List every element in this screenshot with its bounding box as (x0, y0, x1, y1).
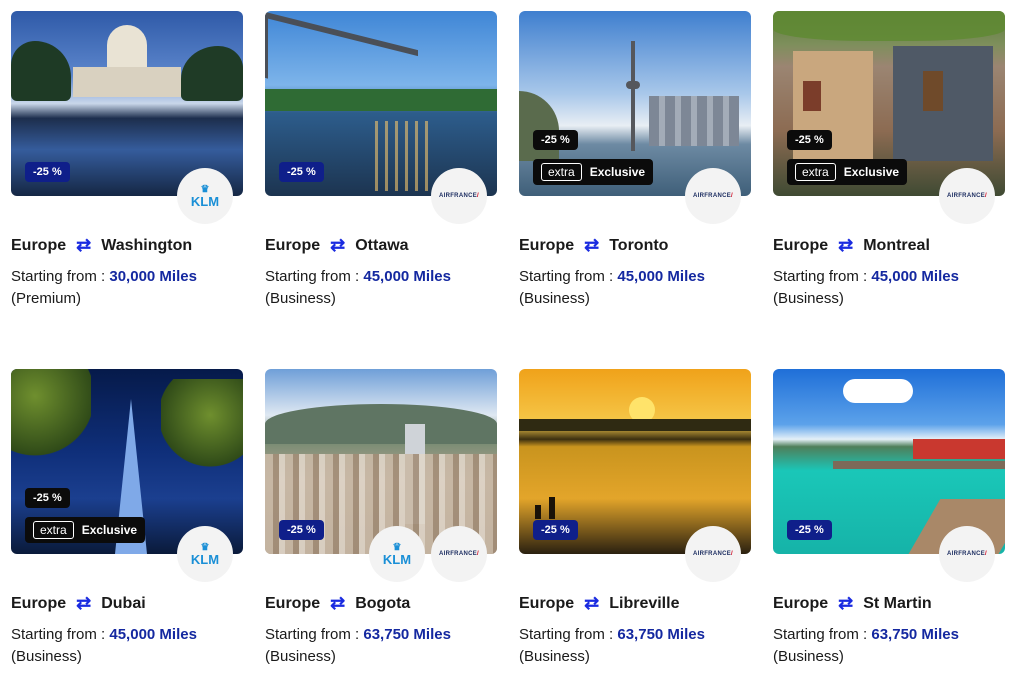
route-origin: Europe (519, 236, 575, 254)
klm-logo-icon: ♛ KLM (177, 168, 233, 224)
airfrance-logo-icon: AIRFRANCE / (939, 526, 995, 582)
exclusive-tag: extra Exclusive (533, 159, 654, 185)
route: Europe ⇄ St Martin (773, 593, 1005, 614)
discount-badge: -25 % (787, 130, 832, 150)
route-destination: St Martin (863, 594, 932, 612)
price-line: Starting from : 30,000 Miles (11, 268, 197, 285)
price-line: Starting from : 45,000 Miles (773, 268, 959, 285)
offer-image[interactable]: -25 % extra Exclusive AIRFRANCE / (519, 11, 751, 224)
klm-logo-icon: ♛ KLM (369, 526, 425, 582)
cabin-class: (Business) (265, 290, 336, 307)
offer-card-ottawa[interactable]: -25 % AIRFRANCE / Europe ⇄ Ottawa Startin… (265, 11, 497, 307)
swap-arrows-icon: ⇄ (584, 235, 600, 255)
klm-logo-icon: ♛ KLM (177, 526, 233, 582)
offer-card-libreville[interactable]: -25 % AIRFRANCE / Europe ⇄ Libreville Sta… (519, 369, 751, 665)
offer-card-dubai[interactable]: -25 % extra Exclusive ♛ KLM Europe ⇄ Dubai… (11, 369, 243, 665)
offer-image[interactable]: -25 % AIRFRANCE / (773, 369, 1005, 582)
route-origin: Europe (265, 594, 321, 612)
miles-amount: 45,000 Miles (617, 268, 705, 285)
offer-image[interactable]: -25 % extra Exclusive ♛ KLM (11, 369, 243, 582)
airfrance-logo-icon: AIRFRANCE / (431, 168, 487, 224)
offer-image[interactable]: -25 % AIRFRANCE / (519, 369, 751, 582)
swap-arrows-icon: ⇄ (76, 235, 92, 255)
airfrance-logo-icon: AIRFRANCE / (685, 168, 741, 224)
route-destination: Dubai (101, 594, 146, 612)
airfrance-logo-icon: AIRFRANCE / (685, 526, 741, 582)
swap-arrows-icon: ⇄ (330, 593, 346, 613)
price-line: Starting from : 45,000 Miles (11, 626, 197, 643)
route-origin: Europe (519, 594, 575, 612)
price-line: Starting from : 63,750 Miles (265, 626, 451, 643)
swap-arrows-icon: ⇄ (330, 235, 346, 255)
route: Europe ⇄ Ottawa (265, 235, 497, 256)
route: Europe ⇄ Dubai (11, 593, 243, 614)
offer-image[interactable]: -25 % ♛ KLM (11, 11, 243, 224)
route-destination: Bogota (355, 594, 411, 612)
miles-amount: 45,000 Miles (363, 268, 451, 285)
cabin-class: (Business) (773, 648, 844, 665)
miles-amount: 45,000 Miles (871, 268, 959, 285)
offer-card-bogota[interactable]: -25 % ♛ KLM AIRFRANCE / Europe ⇄ Bogota St… (265, 369, 497, 665)
route-destination: Toronto (609, 236, 669, 254)
route: Europe ⇄ Toronto (519, 235, 751, 256)
route-origin: Europe (11, 236, 67, 254)
route-destination: Montreal (863, 236, 930, 254)
miles-amount: 30,000 Miles (109, 268, 197, 285)
discount-badge: -25 % (279, 520, 324, 540)
discount-badge: -25 % (279, 162, 324, 182)
swap-arrows-icon: ⇄ (584, 593, 600, 613)
route: Europe ⇄ Bogota (265, 593, 497, 614)
discount-badge: -25 % (25, 488, 70, 508)
discount-badge: -25 % (787, 520, 832, 540)
airfrance-logo-icon: AIRFRANCE / (431, 526, 487, 582)
offer-image[interactable]: -25 % ♛ KLM AIRFRANCE / (265, 369, 497, 582)
miles-amount: 63,750 Miles (617, 626, 705, 643)
route-origin: Europe (11, 594, 67, 612)
price-line: Starting from : 63,750 Miles (773, 626, 959, 643)
route-destination: Ottawa (355, 236, 409, 254)
swap-arrows-icon: ⇄ (76, 593, 92, 613)
miles-amount: 63,750 Miles (871, 626, 959, 643)
offer-card-st-martin[interactable]: -25 % AIRFRANCE / Europe ⇄ St Martin Star… (773, 369, 1005, 665)
cabin-class: (Business) (519, 290, 590, 307)
discount-badge: -25 % (533, 520, 578, 540)
cabin-class: (Business) (773, 290, 844, 307)
route-destination: Washington (101, 236, 193, 254)
miles-amount: 45,000 Miles (109, 626, 197, 643)
offer-image[interactable]: -25 % AIRFRANCE / (265, 11, 497, 224)
price-line: Starting from : 45,000 Miles (265, 268, 451, 285)
exclusive-tag: extra Exclusive (787, 159, 908, 185)
price-line: Starting from : 45,000 Miles (519, 268, 705, 285)
airfrance-logo-icon: AIRFRANCE / (939, 168, 995, 224)
route: Europe ⇄ Montreal (773, 235, 1005, 256)
offer-image[interactable]: -25 % extra Exclusive AIRFRANCE / (773, 11, 1005, 224)
route: Europe ⇄ Washington (11, 235, 243, 256)
exclusive-tag: extra Exclusive (25, 517, 146, 543)
price-line: Starting from : 63,750 Miles (519, 626, 705, 643)
offer-card-toronto[interactable]: -25 % extra Exclusive AIRFRANCE / Europe ⇄… (519, 11, 751, 307)
offer-card-montreal[interactable]: -25 % extra Exclusive AIRFRANCE / Europe ⇄… (773, 11, 1005, 307)
route-origin: Europe (773, 236, 829, 254)
offers-grid: -25 % ♛ KLM Europe ⇄ Washington Starting … (0, 0, 1024, 678)
discount-badge: -25 % (25, 162, 70, 182)
route-origin: Europe (265, 236, 321, 254)
offer-card-washington[interactable]: -25 % ♛ KLM Europe ⇄ Washington Starting … (11, 11, 243, 307)
discount-badge: -25 % (533, 130, 578, 150)
route-origin: Europe (773, 594, 829, 612)
cabin-class: (Premium) (11, 290, 81, 307)
swap-arrows-icon: ⇄ (838, 235, 854, 255)
route-destination: Libreville (609, 594, 680, 612)
cabin-class: (Business) (519, 648, 590, 665)
route: Europe ⇄ Libreville (519, 593, 751, 614)
cabin-class: (Business) (265, 648, 336, 665)
swap-arrows-icon: ⇄ (838, 593, 854, 613)
miles-amount: 63,750 Miles (363, 626, 451, 643)
cabin-class: (Business) (11, 648, 82, 665)
